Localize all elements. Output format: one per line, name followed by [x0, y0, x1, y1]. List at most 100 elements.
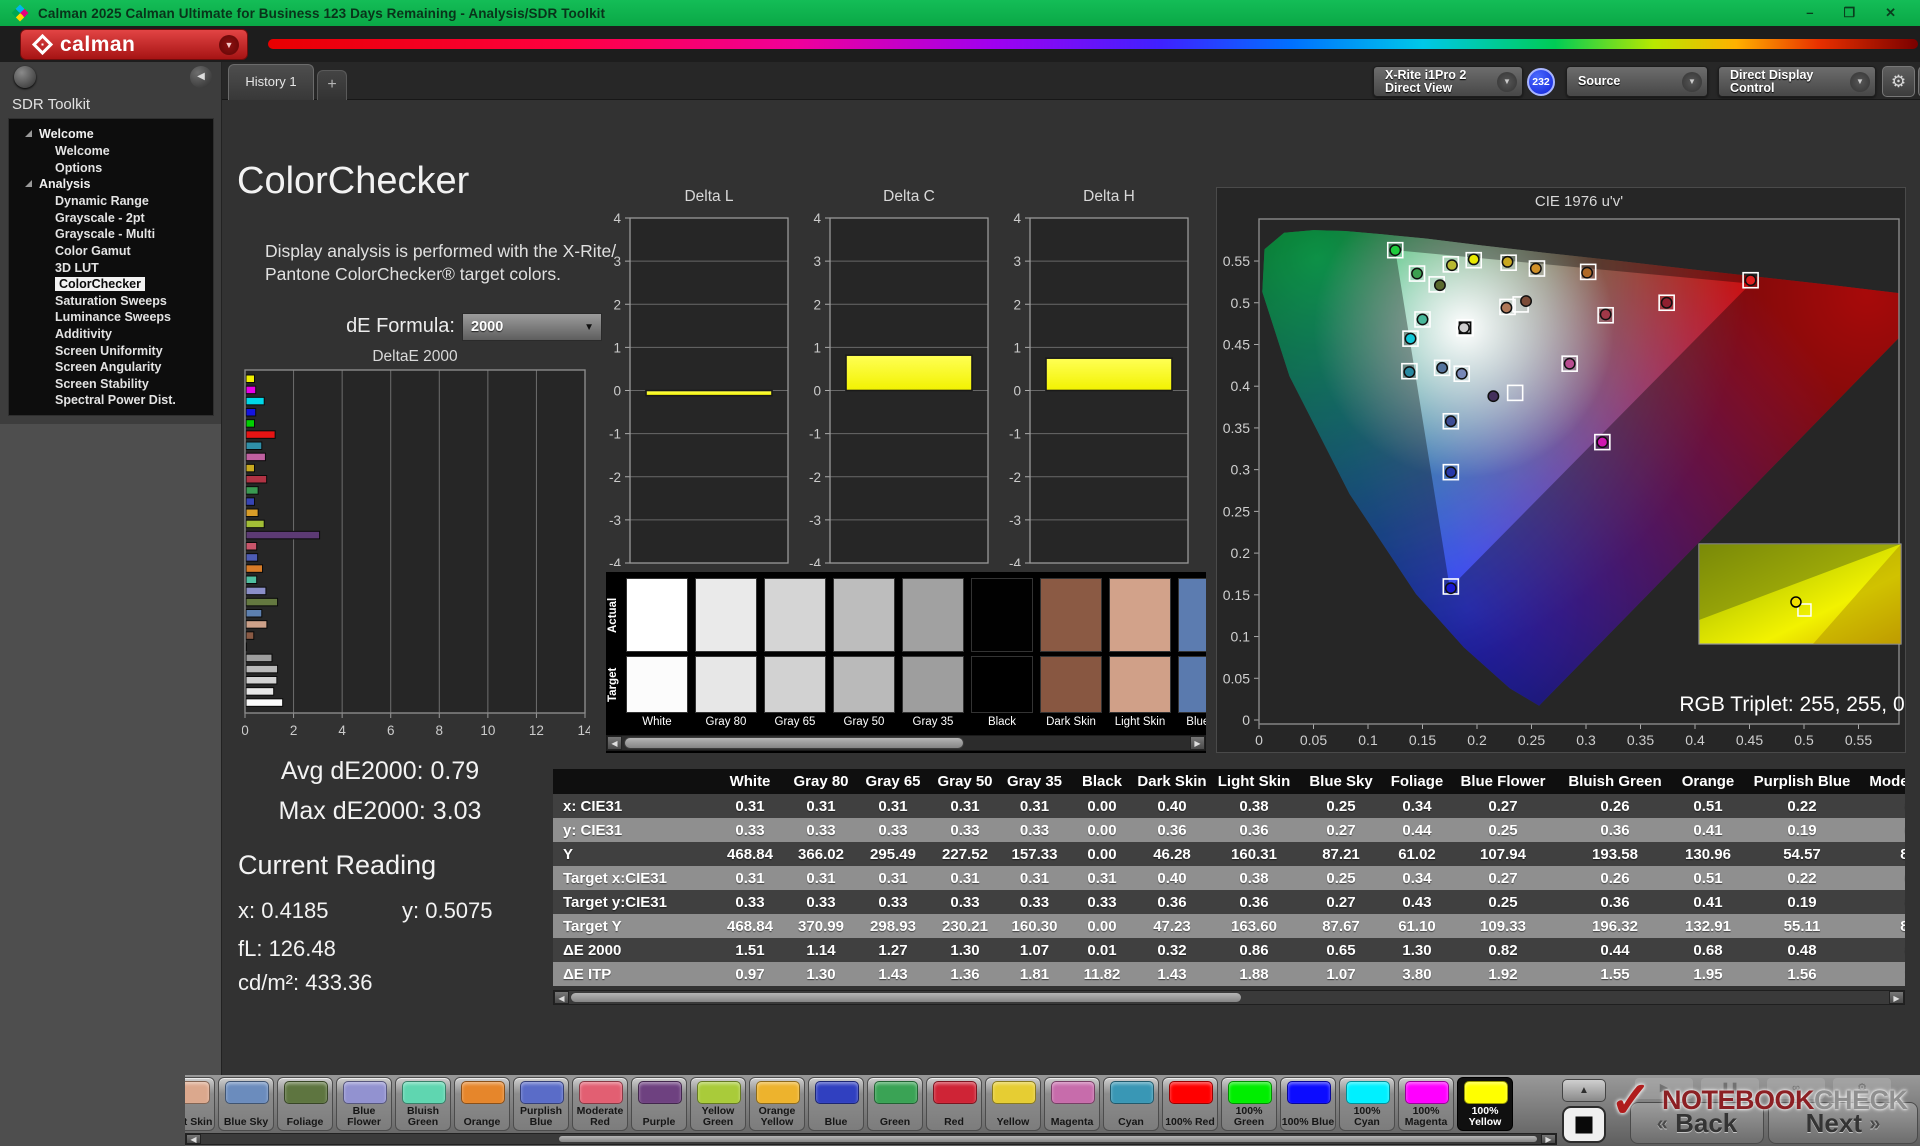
scroll-thumb[interactable] — [558, 1135, 1538, 1143]
patch-orange[interactable]: Orange — [454, 1077, 510, 1131]
patch-scrollbar[interactable]: ◀▶ — [185, 1133, 1557, 1145]
patch-chip — [933, 1081, 977, 1104]
sidebar-item-dynamic-range[interactable]: Dynamic Range — [9, 192, 213, 209]
sidebar-item-screen-uniformity[interactable]: Screen Uniformity — [9, 342, 213, 359]
sidebar-item-additivity[interactable]: Additivity — [9, 325, 213, 342]
sidebar-item-3d-lut[interactable]: 3D LUT — [9, 259, 213, 276]
sidebar-item-color-gamut[interactable]: Color Gamut — [9, 242, 213, 259]
patch-100-red[interactable]: 100% Red — [1162, 1077, 1218, 1131]
table-cell: 0.31 — [1001, 866, 1068, 890]
dblock-l-svg: 43210-1-2-3-4 — [576, 210, 796, 566]
svg-text:-4: -4 — [1009, 556, 1021, 566]
scroll-right-icon[interactable]: ▶ — [1541, 1134, 1556, 1144]
sidebar-item-screen-angularity[interactable]: Screen Angularity — [9, 358, 213, 375]
patch-moderate-red[interactable]: Moderate Red — [572, 1077, 628, 1131]
patch-red[interactable]: Red — [926, 1077, 982, 1131]
patch-bar-up-button[interactable]: ▲ — [1562, 1079, 1606, 1102]
swatch-scrollbar[interactable]: ◀▶ — [606, 735, 1206, 751]
close-button[interactable]: ✕ — [1885, 0, 1896, 26]
scroll-thumb[interactable] — [624, 737, 964, 749]
patch-100-green[interactable]: 100% Green — [1221, 1077, 1277, 1131]
scroll-left-icon[interactable]: ◀ — [554, 991, 569, 1004]
deltae-bar-100-green — [246, 420, 255, 428]
patch-blue-flower[interactable]: Blue Flower — [336, 1077, 392, 1131]
sidebar-item-spectral-power-dist-[interactable]: Spectral Power Dist. — [9, 391, 213, 408]
patch-blue[interactable]: Blue — [808, 1077, 864, 1131]
patch-purplish-blue[interactable]: Purplish Blue — [513, 1077, 569, 1131]
patch-light-skin[interactable]: Light Skin — [185, 1077, 215, 1131]
sidebar-item-welcome[interactable]: Welcome — [9, 142, 213, 159]
source-dropdown[interactable]: Source ▼ — [1566, 66, 1708, 97]
table-cell: 295.49 — [857, 842, 929, 866]
sidebar-item-luminance-sweeps[interactable]: Luminance Sweeps — [9, 308, 213, 325]
sidebar-knob-icon[interactable] — [14, 66, 36, 88]
meter-dropdown[interactable]: X-Rite i1Pro 2 Direct View ▼ — [1373, 66, 1523, 97]
patch-magenta[interactable]: Magenta — [1044, 1077, 1100, 1131]
patch-label: Bluish Green — [396, 1106, 450, 1128]
sidebar-item-colorchecker[interactable]: ColorChecker — [9, 275, 213, 292]
table-cell: 0.00 — [1068, 842, 1136, 866]
stop-button[interactable] — [1562, 1106, 1606, 1143]
tree-expand-icon[interactable] — [25, 180, 32, 187]
link-icon[interactable]: ∞ — [1767, 1078, 1825, 1099]
table-header-light-skin: Light Skin — [1208, 769, 1300, 794]
svg-text:-1: -1 — [609, 427, 621, 442]
tree-section-analysis[interactable]: Analysis — [9, 175, 213, 192]
calman-menu-button[interactable]: calman ▼ — [20, 29, 248, 60]
table-header-gray-80: Gray 80 — [785, 769, 857, 794]
scroll-right-icon[interactable]: ▶ — [1190, 736, 1205, 750]
patch-green[interactable]: Green — [867, 1077, 923, 1131]
cie-point-red — [1661, 298, 1671, 308]
actual-swatch — [1040, 578, 1102, 652]
target-swatch — [902, 656, 964, 713]
sidebar-item-saturation-sweeps[interactable]: Saturation Sweeps — [9, 292, 213, 309]
sidebar-item-screen-stability[interactable]: Screen Stability — [9, 375, 213, 392]
table-cell: 87.21 — [1300, 842, 1382, 866]
table-cell: 0.86 — [1208, 938, 1300, 962]
deltae-bar-orange-yellow — [246, 509, 258, 517]
source-dropdown-label: Source — [1572, 75, 1626, 88]
sidebar-collapse-icon[interactable]: ◀ — [190, 66, 212, 88]
patch-100-blue[interactable]: 100% Blue — [1280, 1077, 1336, 1131]
settings-icon[interactable]: ⚙ — [1833, 1078, 1891, 1099]
scroll-left-icon[interactable]: ◀ — [186, 1134, 201, 1144]
patch-foliage[interactable]: Foliage — [277, 1077, 333, 1131]
patch-orange-yellow[interactable]: Orange Yellow — [749, 1077, 805, 1131]
deltae-bar-bluish-green — [246, 576, 257, 584]
patch-cyan[interactable]: Cyan — [1103, 1077, 1159, 1131]
gear-icon[interactable]: ⚙ — [1882, 66, 1915, 97]
patch-purple[interactable]: Purple — [631, 1077, 687, 1131]
sidebar-item-grayscale-2pt[interactable]: Grayscale - 2pt — [9, 209, 213, 226]
next-button[interactable]: Next » — [1768, 1102, 1918, 1144]
maximize-button[interactable]: ❒ — [1843, 0, 1855, 26]
add-tab-button[interactable]: + — [317, 70, 347, 100]
scroll-thumb[interactable] — [570, 992, 1242, 1003]
table-cell: 1.27 — [857, 938, 929, 962]
patch-100-cyan[interactable]: 100% Cyan — [1339, 1077, 1395, 1131]
patch-yellow-green[interactable]: Yellow Green — [690, 1077, 746, 1131]
patch-100-yellow[interactable]: 100% Yellow — [1457, 1077, 1513, 1131]
sidebar-item-options[interactable]: Options — [9, 159, 213, 176]
patch-bluish-green[interactable]: Bluish Green — [395, 1077, 451, 1131]
table-cell: 163.60 — [1208, 914, 1300, 938]
sidebar-item-grayscale-multi[interactable]: Grayscale - Multi — [9, 225, 213, 242]
back-button[interactable]: « Back — [1630, 1102, 1764, 1144]
display-control-dropdown[interactable]: Direct Display Control ▼ — [1718, 66, 1876, 97]
pause-icon[interactable]: ❚❚ — [1701, 1078, 1759, 1099]
tree-section-label: Analysis — [39, 177, 90, 191]
patch-100-magenta[interactable]: 100% Magenta — [1398, 1077, 1454, 1131]
play-icon[interactable]: ▶ — [1635, 1078, 1693, 1099]
table-scrollbar[interactable]: ◀▶ — [553, 990, 1905, 1005]
meter-count-badge[interactable]: 232 — [1527, 68, 1555, 96]
patch-blue-sky[interactable]: Blue Sky — [218, 1077, 274, 1131]
scroll-left-icon[interactable]: ◀ — [607, 736, 622, 750]
tab-history-1[interactable]: History 1 — [228, 64, 314, 100]
patch-label: Cyan — [1104, 1117, 1158, 1128]
patch-yellow[interactable]: Yellow — [985, 1077, 1041, 1131]
tree-section-welcome[interactable]: Welcome — [9, 125, 213, 142]
minimize-button[interactable]: – — [1806, 0, 1813, 26]
tree-expand-icon[interactable] — [25, 130, 32, 137]
scroll-right-icon[interactable]: ▶ — [1889, 991, 1904, 1004]
svg-text:-2: -2 — [1009, 470, 1021, 485]
target-swatch — [833, 656, 895, 713]
